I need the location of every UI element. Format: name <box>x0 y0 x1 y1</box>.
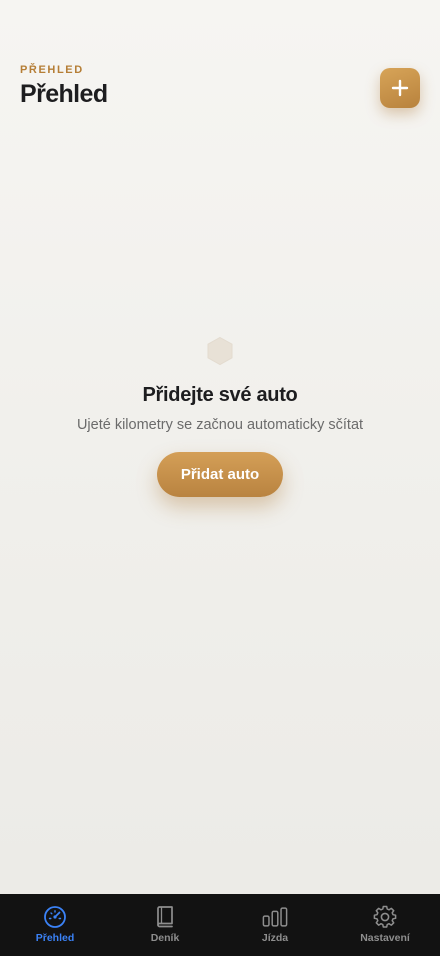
add-button[interactable] <box>380 68 420 108</box>
add-car-button[interactable]: Přidat auto <box>157 452 283 497</box>
tab-journal[interactable]: Deník <box>110 894 220 956</box>
tab-label: Nastavení <box>360 932 410 944</box>
tab-settings[interactable]: Nastavení <box>330 894 440 956</box>
empty-state-subtitle: Ujeté kilometry se začnou automaticky sč… <box>76 417 364 433</box>
tab-drive[interactable]: Jízda <box>220 894 330 956</box>
section-eyebrow: PŘEHLED <box>20 64 84 76</box>
hexagon-icon <box>207 336 233 366</box>
plus-icon <box>391 79 409 97</box>
speedometer-icon <box>42 905 68 929</box>
page-title: Přehled <box>20 80 108 108</box>
tab-label: Deník <box>150 932 180 944</box>
bar-chart-icon <box>262 905 288 929</box>
tab-overview[interactable]: Přehled <box>0 894 110 956</box>
tab-bar: Přehled Deník Jízda Nastavení <box>0 894 440 956</box>
book-icon <box>152 905 178 929</box>
header: PŘEHLED Přehled <box>20 64 420 124</box>
overview-screen: PŘEHLED Přehled Přidejte své auto Ujeté … <box>0 0 440 956</box>
tab-label: Jízda <box>261 932 289 944</box>
tab-label: Přehled <box>35 932 75 944</box>
gear-icon <box>372 905 398 929</box>
empty-state-title: Přidejte své auto <box>142 384 298 406</box>
